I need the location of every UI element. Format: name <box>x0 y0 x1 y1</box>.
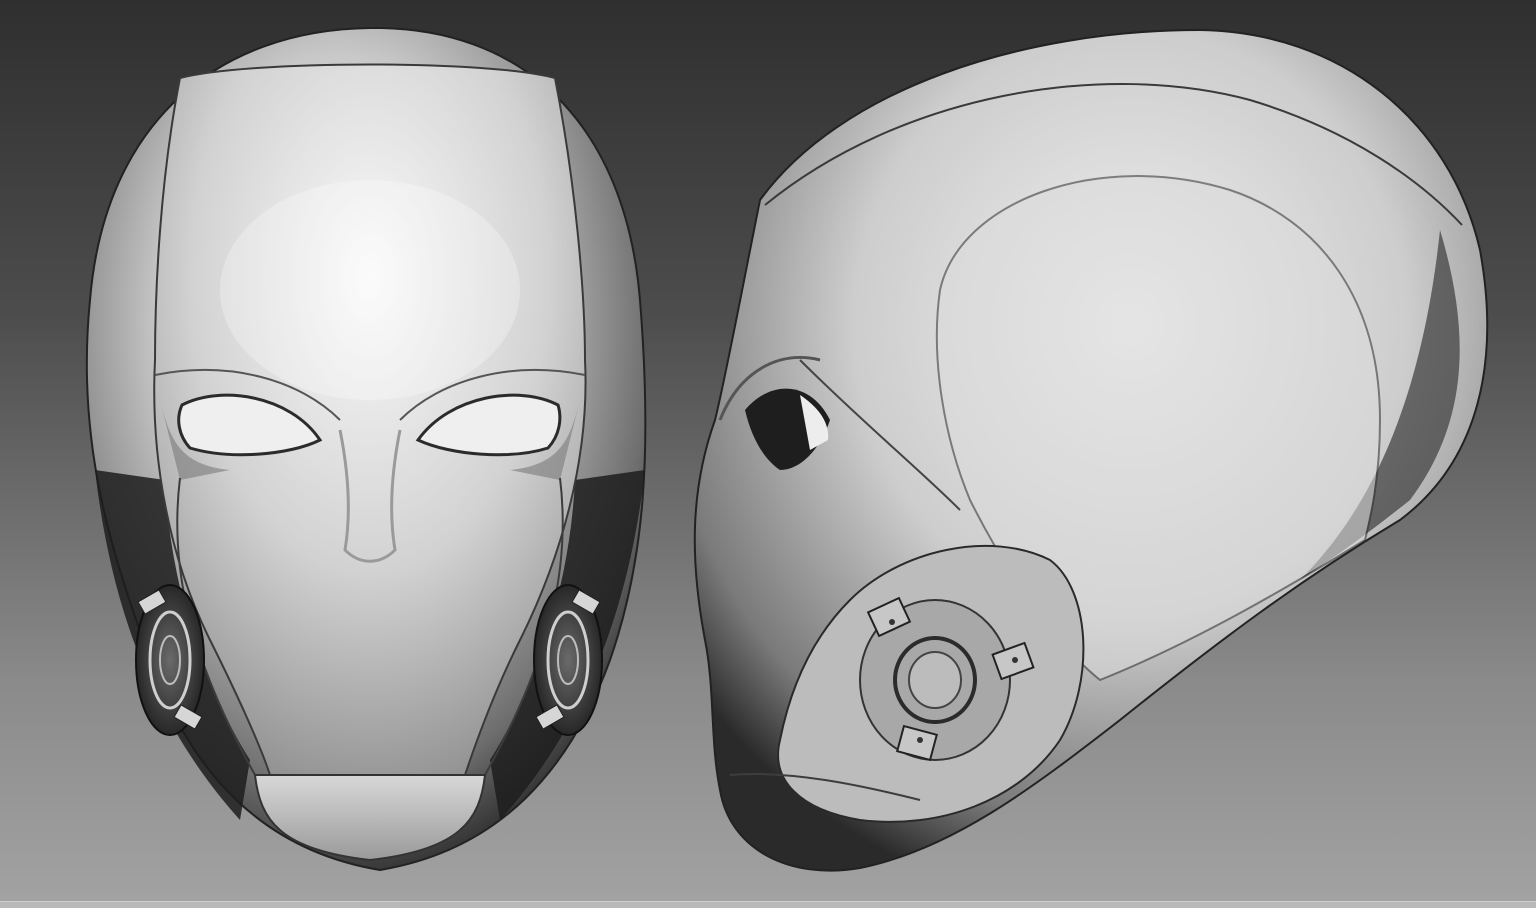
3d-viewport[interactable] <box>0 0 1536 908</box>
viewport-bottom-strip <box>0 901 1536 908</box>
front-forehead-highlight <box>220 180 520 400</box>
side-view <box>693 28 1489 872</box>
front-left-vent <box>135 584 205 736</box>
front-right-vent <box>533 584 603 736</box>
front-view <box>85 26 647 872</box>
sculpt-render <box>85 26 1489 872</box>
